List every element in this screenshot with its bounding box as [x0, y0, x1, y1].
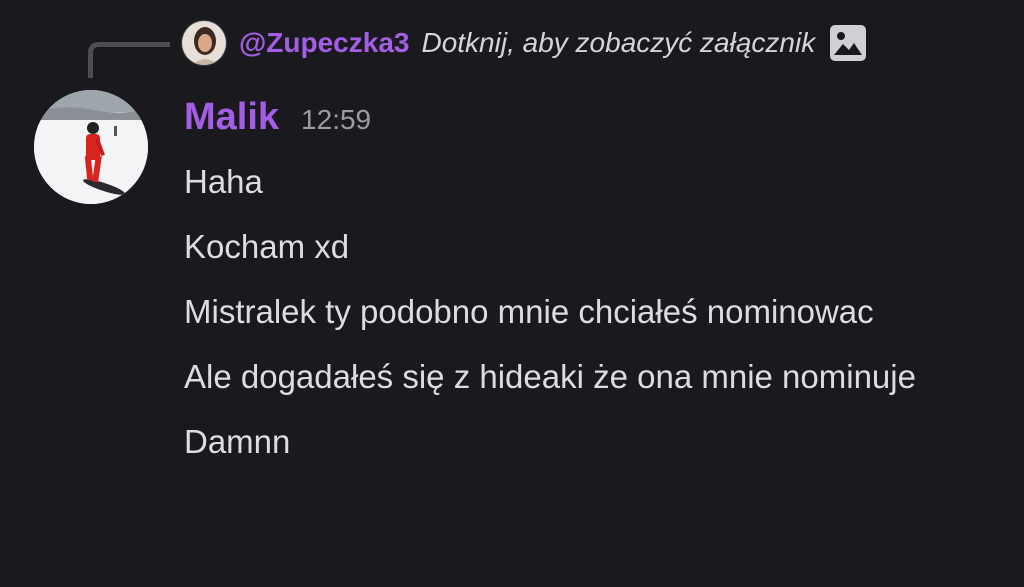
message-line[interactable]: Kocham xd [184, 220, 1004, 274]
message-timestamp: 12:59 [301, 104, 372, 135]
image-icon[interactable] [829, 24, 867, 62]
message-line[interactable]: Damnn [184, 415, 1004, 469]
reply-avatar[interactable] [181, 20, 227, 66]
reply-preview[interactable]: @Zupeczka3 Dotknij, aby zobaczyć załączn… [181, 20, 867, 66]
author-username[interactable]: Malik [184, 96, 279, 139]
user-avatar[interactable] [34, 90, 148, 204]
message-line[interactable]: Mistralek ty podobno mnie chciałeś nomin… [184, 285, 1004, 339]
reply-attachment-text[interactable]: Dotknij, aby zobaczyć załącznik [421, 27, 815, 59]
reply-username[interactable]: @Zupeczka3 [239, 27, 409, 59]
message-line[interactable]: Haha [184, 155, 1004, 209]
message-line[interactable]: Ale dogadałeś się z hideaki że ona mnie … [184, 350, 1004, 404]
reply-connector [88, 42, 170, 78]
message-header: Malik 12:59 [184, 96, 371, 146]
message-list: Haha Kocham xd Mistralek ty podobno mnie… [184, 155, 1004, 480]
